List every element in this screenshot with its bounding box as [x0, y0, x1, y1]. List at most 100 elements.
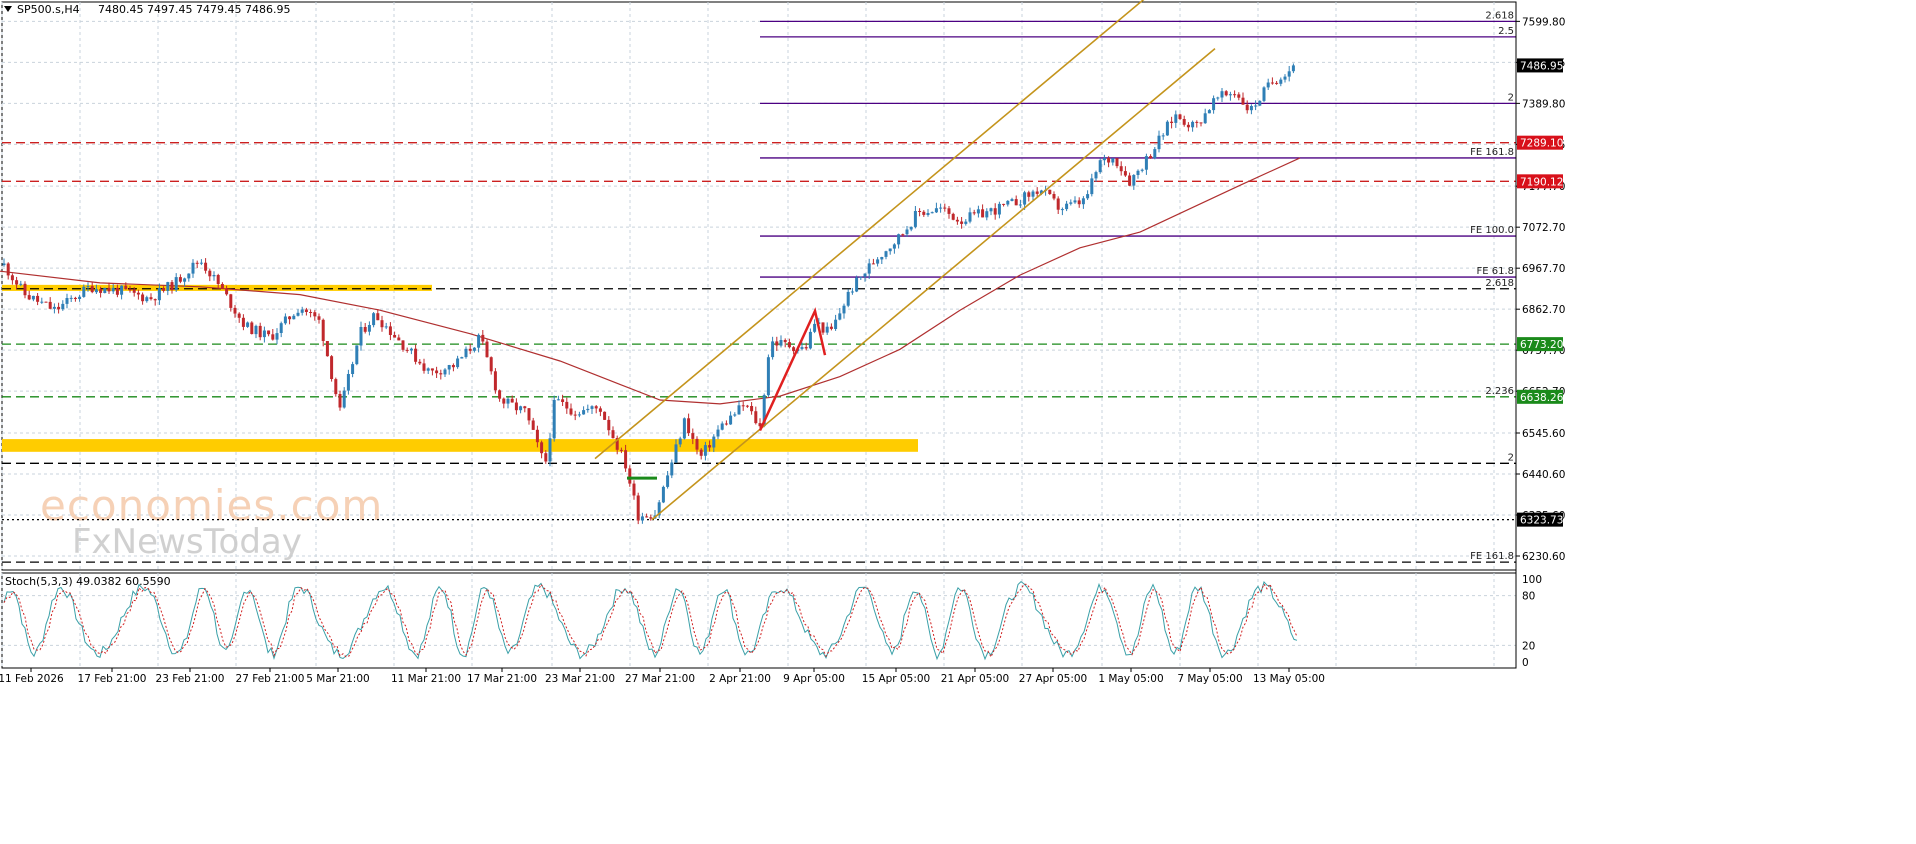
candle-body [1233, 94, 1237, 96]
candle-body [624, 450, 628, 469]
candle-body [1069, 202, 1073, 204]
candle-body [884, 251, 888, 257]
candle-body [510, 398, 514, 403]
candle-body [489, 357, 493, 372]
candle-body [724, 423, 728, 425]
candle-body [1077, 200, 1081, 205]
candle-body [1254, 105, 1258, 107]
axis-tick-label: 7599.80 [1522, 16, 1565, 28]
candle-body [422, 363, 426, 371]
axis-tick-label: 7072.70 [1522, 222, 1565, 234]
candle-body [435, 370, 439, 374]
time-tick-label: 1 May 05:00 [1098, 673, 1163, 685]
candle-body [926, 213, 930, 215]
candle-body [951, 213, 955, 220]
candle-body [850, 291, 854, 293]
candle-body [141, 294, 145, 302]
candle-body [191, 262, 195, 274]
time-tick-label: 27 Apr 05:00 [1019, 673, 1087, 685]
candle-body [598, 408, 602, 412]
candle-body [1157, 135, 1161, 150]
axis-tick-label: 7389.80 [1522, 98, 1565, 110]
candle-body [498, 390, 502, 399]
candle-body [464, 348, 468, 358]
candle-body [94, 289, 98, 293]
candle-body [78, 296, 82, 299]
level-label: 2.5 [1498, 26, 1514, 37]
candle-body [493, 371, 497, 391]
candle-body [997, 203, 1001, 215]
candle-body [674, 444, 678, 463]
candle-body [477, 334, 481, 348]
candle-body [313, 312, 317, 317]
candle-body [300, 309, 304, 313]
candle-body [317, 316, 321, 320]
candle-body [531, 420, 535, 430]
candle-body [754, 411, 758, 424]
candle-body [1153, 149, 1157, 159]
candle-body [27, 295, 31, 300]
candle-body [787, 342, 791, 348]
candle-body [1258, 100, 1262, 106]
candle-body [1149, 156, 1153, 159]
candle-body [1186, 124, 1190, 128]
time-tick-label: 11 Feb 2026 [0, 673, 64, 685]
time-tick-label: 11 Mar 21:00 [391, 673, 461, 685]
candle-body [367, 325, 371, 332]
time-tick-label: 2 Apr 21:00 [709, 673, 771, 685]
candle-body [401, 340, 405, 350]
level-label: 2.618 [1485, 10, 1514, 21]
candle-body [821, 322, 825, 333]
candle-body [1073, 200, 1077, 203]
candle-body [556, 399, 560, 401]
candle-body [460, 357, 464, 359]
chart-window: economies.com FxNewsToday 2.618 2.5 2 FE 16… [0, 0, 1916, 840]
candle-body [813, 323, 817, 332]
candle-body [275, 333, 279, 340]
price-tag-label: 6323.73 [1520, 515, 1563, 527]
candle-body [44, 301, 48, 303]
level-label: 2 [1508, 452, 1514, 463]
candle-body [699, 449, 703, 456]
candle-body [783, 340, 787, 343]
level-label: 2 [1508, 92, 1514, 103]
candle-body [1199, 122, 1203, 124]
candle-body [170, 282, 174, 291]
candle-body [342, 390, 346, 408]
candle-body [90, 286, 94, 293]
candle-body [1287, 71, 1291, 77]
support-zone[interactable] [2, 439, 918, 452]
candle-body [829, 326, 833, 329]
candle-body [304, 309, 308, 312]
axis-tick-label: 6545.60 [1522, 428, 1565, 440]
time-tick-label: 7 May 05:00 [1177, 673, 1242, 685]
candle-body [548, 438, 552, 462]
candle-body [611, 430, 615, 439]
time-tick-label: 13 May 05:00 [1253, 673, 1325, 685]
time-tick-label: 23 Feb 21:00 [156, 673, 225, 685]
candle-body [502, 398, 506, 404]
candle-body [645, 516, 649, 518]
candle-body [808, 331, 812, 349]
candle-body [1144, 156, 1148, 170]
candle-body [1018, 204, 1022, 206]
candle-body [825, 326, 829, 333]
ohlc-values: 7480.45 7497.45 7479.45 7486.95 [98, 3, 290, 16]
candle-body [10, 275, 14, 281]
candle-body [451, 365, 455, 368]
level-label: 2.236 [1485, 386, 1514, 397]
candle-body [930, 212, 934, 214]
candle-body [607, 419, 611, 431]
candle-body [2, 263, 6, 266]
candle-body [506, 398, 510, 404]
candle-body [1182, 119, 1186, 125]
candle-body [99, 289, 103, 293]
price-tag-label: 7289.10 [1520, 138, 1563, 150]
candle-body [640, 516, 644, 521]
candle-body [61, 303, 65, 310]
time-tick-label: 17 Feb 21:00 [78, 673, 147, 685]
candle-body [1275, 82, 1279, 84]
candle-body [1102, 158, 1106, 161]
candle-body [292, 315, 296, 320]
candle-body [1031, 191, 1035, 197]
